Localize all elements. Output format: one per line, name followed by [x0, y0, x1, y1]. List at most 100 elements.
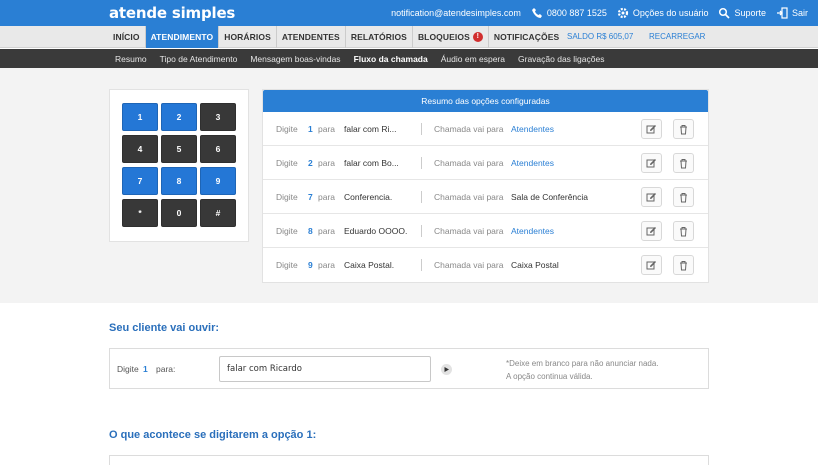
- para-label: para: [318, 260, 336, 270]
- edit-icon: [646, 226, 656, 235]
- chamada-label: Chamada vai para: [434, 226, 504, 236]
- action-text: falar com Bo...: [344, 158, 399, 168]
- action-text: Eduardo OOOO.: [344, 226, 408, 236]
- key-0[interactable]: 0: [161, 199, 197, 227]
- para-label: para: [318, 158, 336, 168]
- digite-label: Digite: [276, 260, 298, 270]
- edit-button[interactable]: [641, 153, 662, 173]
- tab-label: ATENDENTES: [281, 32, 340, 42]
- delete-button[interactable]: [673, 187, 694, 207]
- main-nav-tabs: INÍCIO ATENDIMENTO HORÁRIOS ATENDENTES R…: [108, 26, 564, 48]
- tab-label: INÍCIO: [113, 32, 140, 42]
- key-2[interactable]: 2: [161, 103, 197, 131]
- section-title-cliente-ouvir: Seu cliente vai ouvir:: [109, 322, 220, 334]
- announcement-input[interactable]: falar com Ricardo: [219, 356, 431, 382]
- subnav-item-fluxo[interactable]: Fluxo da chamada: [354, 54, 428, 64]
- para-label: para: [318, 192, 336, 202]
- note-line: A opção continua válida.: [506, 372, 593, 381]
- support-link[interactable]: Suporte: [718, 7, 766, 19]
- phone-icon: [531, 8, 542, 18]
- keypad: 1 2 3 4 5 6 7 8 9 * 0 #: [109, 89, 249, 242]
- divider: [421, 191, 422, 203]
- key-4[interactable]: 4: [122, 135, 158, 163]
- gear-icon: [617, 7, 629, 19]
- tab-relatorios[interactable]: RELATÓRIOS: [346, 26, 413, 48]
- main-nav: INÍCIO ATENDIMENTO HORÁRIOS ATENDENTES R…: [0, 26, 818, 48]
- sub-nav-items: Resumo Tipo de Atendimento Mensagem boas…: [115, 49, 604, 68]
- key-3[interactable]: 3: [200, 103, 236, 131]
- account-email-label[interactable]: notification@atendesimples.com: [391, 8, 521, 18]
- tab-horarios[interactable]: HORÁRIOS: [219, 26, 277, 48]
- digit-value: 8: [308, 226, 313, 236]
- summary-panel: Resumo das opções configuradas Digite 1 …: [262, 89, 709, 283]
- sub-nav: Resumo Tipo de Atendimento Mensagem boas…: [0, 49, 818, 68]
- key-1[interactable]: 1: [122, 103, 158, 131]
- note-line: *Deixe em branco para não anunciar nada.: [506, 359, 659, 368]
- tab-atendimento[interactable]: ATENDIMENTO: [145, 26, 220, 48]
- tab-label: RELATÓRIOS: [350, 32, 407, 42]
- delete-button[interactable]: [673, 119, 694, 139]
- edit-button[interactable]: [641, 119, 662, 139]
- key-hash[interactable]: #: [200, 199, 236, 227]
- play-icon: [444, 367, 449, 372]
- key-star[interactable]: *: [122, 199, 158, 227]
- subnav-item-audio[interactable]: Áudio em espera: [441, 54, 505, 64]
- digit-value: 2: [308, 158, 313, 168]
- summary-row: Digite 9 para Caixa Postal. Chamada vai …: [263, 248, 708, 282]
- edit-icon: [646, 192, 656, 201]
- digit-value: 9: [308, 260, 313, 270]
- subnav-item-tipo-atendimento[interactable]: Tipo de Atendimento: [160, 54, 238, 64]
- edit-button[interactable]: [641, 187, 662, 207]
- trash-icon: [680, 124, 687, 134]
- edit-button[interactable]: [641, 255, 662, 275]
- summary-row: Digite 2 para falar com Bo... Chamada va…: [263, 146, 708, 180]
- recharge-link[interactable]: RECARREGAR: [649, 26, 705, 48]
- edit-icon: [646, 158, 656, 167]
- tab-label: NOTIFICAÇÕES: [493, 32, 560, 42]
- key-9[interactable]: 9: [200, 167, 236, 195]
- key-6[interactable]: 6: [200, 135, 236, 163]
- top-bar: atende simples notification@atendesimple…: [0, 0, 818, 26]
- tab-bloqueios[interactable]: BLOQUEIOS!: [413, 26, 489, 48]
- chamada-label: Chamada vai para: [434, 158, 504, 168]
- digite-label: Digite: [276, 226, 298, 236]
- user-options-label[interactable]: Opções do usuário: [633, 8, 709, 18]
- tab-inicio[interactable]: INÍCIO: [108, 26, 146, 48]
- chamada-label: Chamada vai para: [434, 260, 504, 270]
- delete-button[interactable]: [673, 255, 694, 275]
- tab-notificacoes[interactable]: NOTIFICAÇÕES: [489, 26, 564, 48]
- logo[interactable]: atende simples: [109, 4, 235, 22]
- announcement-box: Digite 1 para: falar com Ricardo *Deixe …: [109, 348, 709, 389]
- key-7[interactable]: 7: [122, 167, 158, 195]
- delete-button[interactable]: [673, 153, 694, 173]
- tab-atendentes[interactable]: ATENDENTES: [277, 26, 346, 48]
- destination-text: Sala de Conferência: [511, 192, 589, 202]
- delete-button[interactable]: [673, 221, 694, 241]
- digite-label: Digite: [276, 158, 298, 168]
- chamada-label: Chamada vai para: [434, 192, 504, 202]
- search-icon: [719, 7, 731, 19]
- user-options-link[interactable]: Opções do usuário: [617, 7, 709, 19]
- key-5[interactable]: 5: [161, 135, 197, 163]
- logout-label[interactable]: Sair: [792, 8, 808, 18]
- para-label: para: [318, 124, 336, 134]
- destination-link[interactable]: Atendentes: [511, 214, 554, 248]
- destination-link[interactable]: Atendentes: [511, 146, 554, 180]
- logout-link[interactable]: Sair: [776, 7, 808, 19]
- divider: [421, 157, 422, 169]
- subnav-item-gravacao[interactable]: Gravação das ligações: [518, 54, 604, 64]
- support-label[interactable]: Suporte: [734, 8, 766, 18]
- summary-row: Digite 7 para Conferencia. Chamada vai p…: [263, 180, 708, 214]
- trash-icon: [680, 260, 687, 270]
- action-text: falar com Ri...: [344, 124, 397, 134]
- account-email[interactable]: notification@atendesimples.com: [391, 8, 521, 18]
- trash-icon: [680, 192, 687, 202]
- balance-display: SALDO R$ 605,07: [567, 32, 634, 41]
- destination-link[interactable]: Atendentes: [511, 112, 554, 146]
- section-title-opcao: O que acontece se digitarem a opção 1:: [109, 429, 317, 441]
- subnav-item-mensagem[interactable]: Mensagem boas-vindas: [250, 54, 340, 64]
- play-button[interactable]: [441, 364, 452, 375]
- edit-button[interactable]: [641, 221, 662, 241]
- key-8[interactable]: 8: [161, 167, 197, 195]
- subnav-item-resumo[interactable]: Resumo: [115, 54, 147, 64]
